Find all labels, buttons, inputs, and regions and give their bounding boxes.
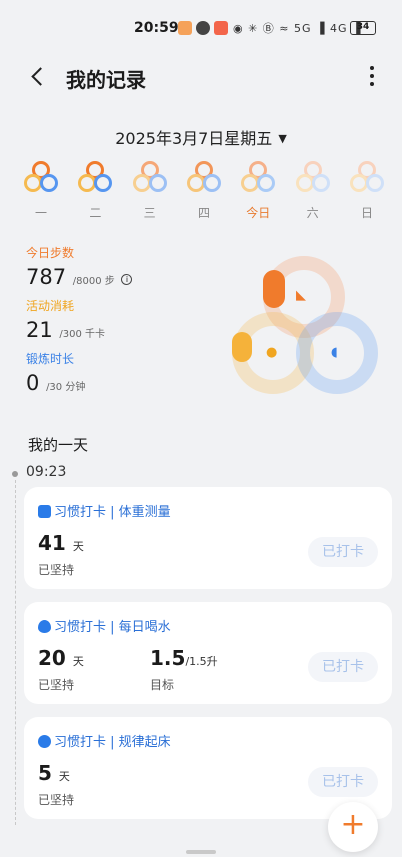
app-badge-icon — [214, 21, 228, 35]
week-strip: 一 二 三 四 今日 六 日 — [18, 160, 390, 221]
more-menu-icon[interactable] — [364, 62, 380, 90]
back-button[interactable] — [28, 62, 50, 90]
calories-label: 活动消耗 — [26, 299, 75, 313]
flame-icon: ● — [266, 345, 278, 360]
streak-label: 已坚持 — [38, 563, 75, 577]
scale-icon — [38, 505, 51, 518]
activity-rings-icon — [295, 160, 331, 194]
streak-label: 已坚持 — [38, 793, 75, 807]
day-label: 四 — [197, 206, 210, 220]
streak-label: 已坚持 — [38, 678, 75, 692]
page-title: 我的记录 — [66, 68, 146, 92]
shoe-icon: ◣ — [296, 288, 306, 303]
day-label: 日 — [360, 206, 373, 220]
calories-progress-arc — [232, 332, 252, 362]
streak-value: 5 天 — [38, 761, 70, 785]
water-amount-value: 1.5/1.5升 — [150, 646, 218, 670]
streak-value: 20 天 — [38, 646, 84, 670]
day-label: 三 — [143, 206, 156, 220]
date-selector[interactable]: 2025年3月7日星期五 ▼ — [0, 125, 402, 149]
steps-label: 今日步数 — [26, 246, 75, 260]
steps-value: 787 /8000 步 i — [26, 265, 133, 289]
notification-icons — [178, 21, 228, 35]
timeline-dot — [12, 471, 18, 477]
exercise-value: 0 /30 分钟 — [26, 371, 86, 395]
activity-rings-icon — [186, 160, 222, 194]
day-sat[interactable]: 六 — [290, 160, 336, 221]
day-label: 六 — [306, 206, 319, 220]
status-time: 20:59 — [134, 20, 179, 36]
card-title: 习惯打卡 | 体重测量 — [38, 501, 171, 520]
water-drop-icon — [38, 620, 51, 633]
activity-rings-icon — [23, 160, 59, 194]
today-stats[interactable]: 今日步数 787 /8000 步 i 活动消耗 21 /300 千卡 锻炼时长 … — [26, 244, 133, 395]
runner-icon: ◖ — [331, 345, 338, 360]
timeline-time: 09:23 — [26, 464, 67, 480]
day-label: 一 — [34, 206, 47, 220]
exercise-label: 锻炼时长 — [26, 352, 75, 366]
date-label: 2025年3月7日星期五 — [115, 129, 273, 148]
battery-icon: 34 — [350, 21, 376, 35]
checked-in-button[interactable]: 已打卡 — [308, 767, 378, 797]
activity-rings-icon — [132, 160, 168, 194]
checked-in-button[interactable]: 已打卡 — [308, 537, 378, 567]
checked-in-button[interactable]: 已打卡 — [308, 652, 378, 682]
day-sun[interactable]: 日 — [344, 160, 390, 221]
habit-card-weight[interactable]: 习惯打卡 | 体重测量 41 天 已坚持 已打卡 — [24, 487, 392, 589]
habit-card-water[interactable]: 习惯打卡 | 每日喝水 20 天 已坚持 1.5/1.5升 目标 已打卡 — [24, 602, 392, 704]
penguin-icon — [196, 21, 210, 35]
day-wed[interactable]: 三 — [127, 160, 173, 221]
steps-progress-arc — [263, 270, 285, 308]
activity-rings-chart[interactable]: ◣ ● ◖ — [228, 252, 388, 402]
card-title: 习惯打卡 | 规律起床 — [38, 731, 171, 750]
activity-rings-icon — [349, 160, 385, 194]
day-today[interactable]: 今日 — [235, 160, 281, 221]
day-label: 二 — [89, 206, 102, 220]
card-title: 习惯打卡 | 每日喝水 — [38, 616, 171, 635]
system-icons: ◉ ✳ Ⓑ ≈ 5G ▐ 4G ▐ — [233, 22, 362, 35]
activity-rings-icon — [240, 160, 276, 194]
app-notification-icon — [178, 21, 192, 35]
activity-rings-icon — [77, 160, 113, 194]
info-icon[interactable]: i — [121, 274, 133, 285]
home-indicator — [186, 850, 216, 854]
calories-value: 21 /300 千卡 — [26, 318, 106, 342]
day-thu[interactable]: 四 — [181, 160, 227, 221]
status-bar: 20:59 ◉ ✳ Ⓑ ≈ 5G ▐ 4G ▐ 34 — [0, 0, 402, 56]
day-label: 今日 — [246, 206, 271, 220]
timeline-line — [14, 480, 16, 825]
day-mon[interactable]: 一 — [18, 160, 64, 221]
add-button[interactable]: + — [328, 802, 378, 852]
habit-card-wakeup[interactable]: 习惯打卡 | 规律起床 5 天 已坚持 已打卡 — [24, 717, 392, 819]
alarm-clock-icon — [38, 735, 51, 748]
streak-value: 41 天 — [38, 531, 84, 555]
caret-down-icon: ▼ — [278, 132, 287, 145]
day-tue[interactable]: 二 — [72, 160, 118, 221]
my-day-title: 我的一天 — [28, 436, 89, 454]
app-header: 我的记录 — [0, 56, 402, 96]
water-goal-label: 目标 — [150, 678, 175, 692]
